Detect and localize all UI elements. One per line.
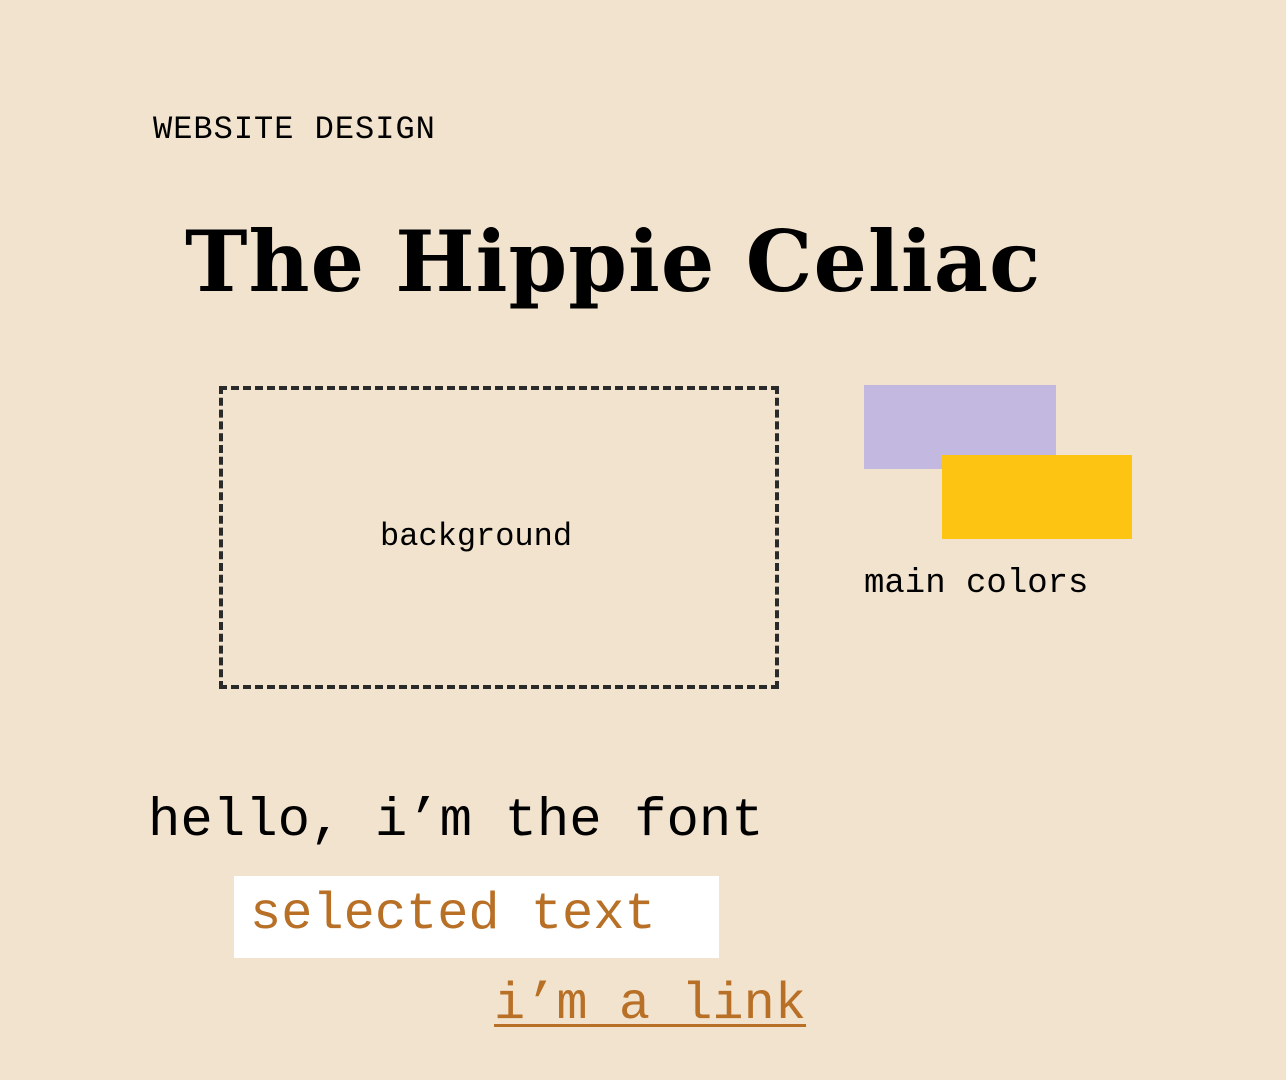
main-colors-label: main colors xyxy=(864,565,1089,603)
page-title: The Hippie Celiac xyxy=(185,212,1042,311)
section-label: WEBSITE DESIGN xyxy=(153,111,436,148)
color-swatch-yellow xyxy=(942,455,1132,539)
link-sample[interactable]: i’m a link xyxy=(494,975,806,1035)
background-label: background xyxy=(380,518,573,555)
selected-text-sample: selected text xyxy=(250,885,656,944)
font-sample-text: hello, i’m the font xyxy=(148,791,764,852)
